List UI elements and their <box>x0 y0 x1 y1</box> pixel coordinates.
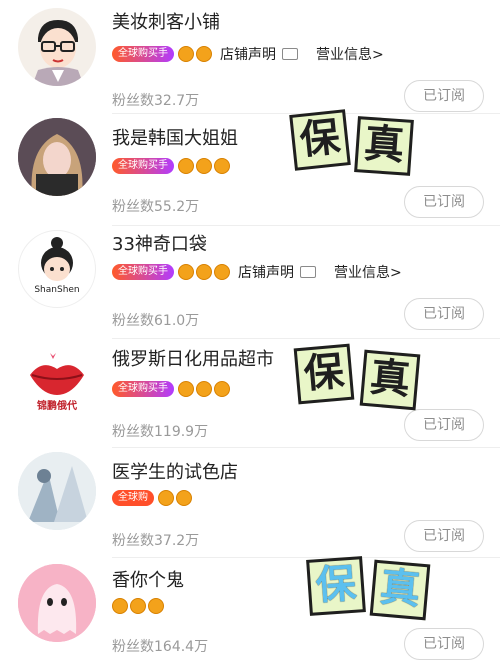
crown-icon <box>214 381 230 397</box>
global-purchase-badge: 全球购 <box>112 490 154 506</box>
avatar-caption: ShanShen <box>34 285 80 295</box>
crown-icon <box>158 490 174 506</box>
shop-row[interactable]: 医学生的试色店 全球购 粉丝数37.2万 已订阅 <box>0 448 500 558</box>
business-info-link[interactable]: 营业信息> <box>334 262 402 282</box>
crown-icon <box>148 598 164 614</box>
shop-name[interactable]: 俄罗斯日化用品超市 <box>112 345 274 371</box>
crown-rating <box>178 46 212 62</box>
fan-count: 粉丝数55.2万 <box>112 199 200 215</box>
illustration-avatar-icon <box>18 452 96 530</box>
shop-row[interactable]: 美妆刺客小铺 全球购买手 店铺声明 营业信息> 粉丝数32.7万 已订阅 <box>0 0 500 112</box>
fan-count: 粉丝数32.7万 <box>112 93 200 109</box>
cartoon-man-avatar-icon <box>32 20 84 86</box>
shop-badges: 全球购买手 <box>112 379 230 399</box>
fan-count: 粉丝数61.0万 <box>112 313 200 329</box>
shop-badges <box>112 596 164 616</box>
stamp-zhen: 真 <box>369 559 431 621</box>
business-info-link[interactable]: 营业信息> <box>316 44 384 64</box>
shop-row[interactable]: 锦鹏俄代 俄罗斯日化用品超市 全球购买手 粉丝数119.9万 已订阅 <box>0 339 500 449</box>
crown-rating <box>158 490 192 506</box>
woman-photo-avatar-icon <box>18 118 96 196</box>
crown-icon <box>130 598 146 614</box>
global-buyer-badge: 全球购买手 <box>112 381 174 397</box>
crown-rating <box>178 381 230 397</box>
stamp-zhen: 真 <box>359 349 421 411</box>
stamp-zhen: 真 <box>354 116 414 176</box>
stamp-bao: 保 <box>306 556 366 616</box>
global-buyer-badge: 全球购买手 <box>112 158 174 174</box>
shop-avatar[interactable] <box>18 8 96 86</box>
shop-avatar[interactable] <box>18 452 96 530</box>
global-buyer-badge: 全球购买手 <box>112 46 174 62</box>
subscribed-button[interactable]: 已订阅 <box>404 409 484 441</box>
crown-icon <box>214 264 230 280</box>
crown-icon <box>214 158 230 174</box>
shop-badges: 全球购买手 店铺声明 营业信息> <box>112 44 384 64</box>
shop-badges: 全球购买手 <box>112 156 230 176</box>
id-card-icon <box>282 48 298 60</box>
subscribed-button[interactable]: 已订阅 <box>404 628 484 660</box>
subscribed-button[interactable]: 已订阅 <box>404 80 484 112</box>
shop-name[interactable]: 33神奇口袋 <box>112 230 207 256</box>
crown-icon <box>196 381 212 397</box>
shop-row[interactable]: ShanShen 33神奇口袋 全球购买手 店铺声明 营业信息> 粉丝数61.0… <box>0 226 500 336</box>
subscribed-button[interactable]: 已订阅 <box>404 186 484 218</box>
crown-icon <box>196 264 212 280</box>
fan-count: 粉丝数119.9万 <box>112 424 209 440</box>
shop-name[interactable]: 医学生的试色店 <box>112 458 238 484</box>
shop-row[interactable]: 我是韩国大姐姐 全球购买手 粉丝数55.2万 已订阅 <box>0 114 500 224</box>
shop-avatar[interactable] <box>18 564 96 642</box>
shop-name[interactable]: 美妆刺客小铺 <box>112 8 220 34</box>
crown-icon <box>196 46 212 62</box>
fan-count: 粉丝数164.4万 <box>112 639 209 655</box>
crown-icon <box>178 158 194 174</box>
shop-name[interactable]: 我是韩国大姐姐 <box>112 124 238 150</box>
shop-name[interactable]: 香你个鬼 <box>112 566 184 592</box>
crown-icon <box>178 46 194 62</box>
crown-icon <box>178 381 194 397</box>
cartoon-girl-avatar-icon <box>41 237 73 281</box>
crown-icon <box>176 490 192 506</box>
global-buyer-badge: 全球购买手 <box>112 264 174 280</box>
id-card-icon <box>300 266 316 278</box>
shop-badges: 全球购买手 店铺声明 营业信息> <box>112 262 402 282</box>
shop-avatar[interactable] <box>18 118 96 196</box>
subscribed-button[interactable]: 已订阅 <box>404 520 484 552</box>
store-statement-link[interactable]: 店铺声明 <box>220 44 276 64</box>
crown-icon <box>196 158 212 174</box>
shop-badges: 全球购 <box>112 488 192 508</box>
crown-rating <box>178 158 230 174</box>
crown-rating <box>178 264 230 280</box>
store-statement-link[interactable]: 店铺声明 <box>238 262 294 282</box>
crown-rating <box>112 598 164 614</box>
avatar-caption: 锦鹏俄代 <box>37 401 77 412</box>
shop-avatar[interactable]: ShanShen <box>18 230 96 308</box>
stamp-bao: 保 <box>293 343 355 405</box>
crown-icon <box>112 598 128 614</box>
stamp-bao: 保 <box>289 109 351 171</box>
fan-count: 粉丝数37.2万 <box>112 533 200 549</box>
subscribed-button[interactable]: 已订阅 <box>404 298 484 330</box>
pink-ghost-avatar-icon <box>18 564 96 642</box>
shop-avatar[interactable]: 锦鹏俄代 <box>18 343 96 421</box>
crown-icon <box>178 264 194 280</box>
